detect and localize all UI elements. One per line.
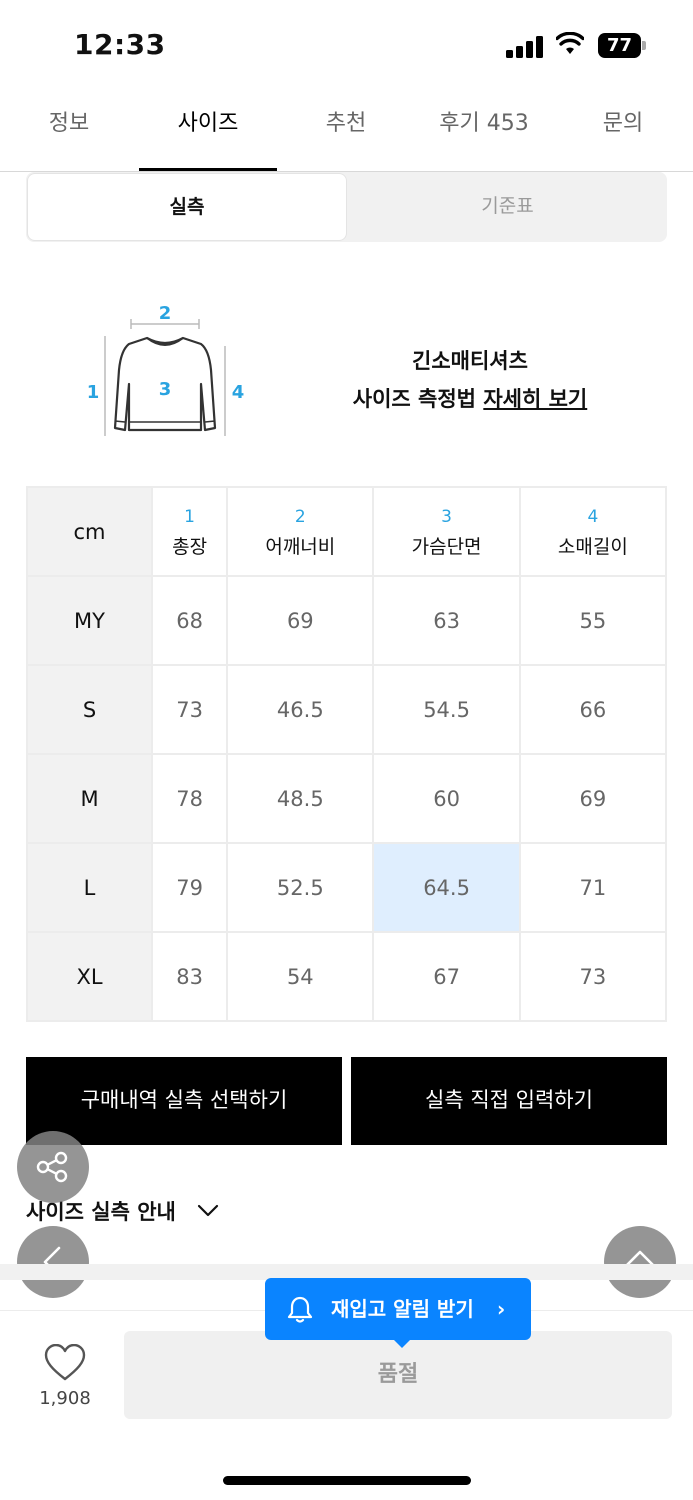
table-cell: 66: [518, 664, 668, 755]
sweatshirt-diagram: 2 1 3 4: [87, 303, 245, 436]
table-cell: 63: [372, 575, 521, 666]
table-cell: 69: [518, 753, 668, 844]
tooltip-tail: [392, 1338, 412, 1348]
measure-detail-link[interactable]: 자세히 보기: [483, 387, 587, 411]
measure-method-label: 사이즈 측정법: [352, 387, 484, 411]
heart-icon[interactable]: [44, 1344, 86, 1382]
diagram-label-1: 1: [87, 382, 100, 403]
table-row[interactable]: M 78 48.5 60 69: [26, 753, 668, 844]
column-name: 총장: [172, 535, 208, 558]
size-label: XL: [26, 931, 153, 1022]
table-row[interactable]: MY 68 69 63 55: [26, 575, 668, 666]
table-cell: 46.5: [226, 664, 375, 755]
size-label: L: [26, 842, 153, 933]
share-button[interactable]: [17, 1131, 89, 1203]
size-mode-segment: 실측 기준표: [26, 172, 667, 242]
column-header: 1 총장: [150, 486, 229, 577]
table-cell: 54: [226, 931, 375, 1022]
table-cell: 60: [372, 753, 521, 844]
battery-level: 77: [606, 35, 633, 56]
column-number: 1: [184, 506, 195, 527]
table-cell: 73: [518, 931, 668, 1022]
table-cell: 83: [150, 931, 229, 1022]
size-label: M: [26, 753, 153, 844]
size-label: MY: [26, 575, 153, 666]
column-number: 4: [587, 506, 599, 527]
column-name: 소매길이: [557, 535, 628, 558]
column-header: 4 소매길이: [518, 486, 668, 577]
size-table: cm 1 총장 2 어깨너비 3 가슴단면 4 소매길이 MY 68 69 63 55 …: [26, 486, 668, 1022]
back-button[interactable]: [17, 1226, 89, 1298]
segment-size-chart[interactable]: 기준표: [348, 172, 667, 242]
segment-actual-size[interactable]: 실측: [27, 173, 347, 241]
restock-alert-label: 재입고 알림 받기: [331, 1297, 474, 1321]
diagram-label-2: 2: [159, 303, 172, 324]
table-cell: 48.5: [226, 753, 375, 844]
column-number: 2: [294, 506, 306, 527]
unit-cell: cm: [26, 486, 153, 577]
tab-info[interactable]: 정보: [0, 92, 138, 171]
table-cell: 69: [226, 575, 375, 666]
wifi-icon: [556, 32, 584, 54]
measure-method-line: 사이즈 측정법 자세히 보기: [300, 380, 640, 418]
back-icon: [43, 1246, 61, 1278]
chevron-right-icon: ›: [497, 1297, 506, 1321]
signal-icon: [506, 34, 544, 58]
table-cell: 52.5: [226, 842, 375, 933]
home-indicator: [223, 1476, 471, 1485]
table-cell: 54.5: [372, 664, 521, 755]
like-count: 1,908: [39, 1388, 91, 1409]
status-bar: 12:33 77: [0, 0, 693, 90]
table-cell: 68: [150, 575, 229, 666]
column-number: 3: [441, 506, 452, 527]
table-row[interactable]: S 73 46.5 54.5 66: [26, 664, 668, 755]
measure-info: 긴소매티셔츠 사이즈 측정법 자세히 보기: [300, 342, 640, 418]
product-category: 긴소매티셔츠: [412, 349, 528, 373]
table-header-row: cm 1 총장 2 어깨너비 3 가슴단면 4 소매길이: [26, 486, 668, 577]
diagram-label-3: 3: [159, 379, 172, 400]
battery-icon: 77: [598, 33, 646, 58]
chevron-down-icon[interactable]: [196, 1200, 220, 1220]
manual-size-input-button[interactable]: 실측 직접 입력하기: [351, 1057, 667, 1145]
share-icon: [36, 1151, 68, 1183]
table-cell: 78: [150, 753, 229, 844]
tab-size[interactable]: 사이즈: [139, 92, 277, 171]
table-cell: 71: [518, 842, 668, 933]
highlighted-cell: 64.5: [372, 842, 521, 933]
tab-inquiry[interactable]: 문의: [554, 92, 692, 171]
table-cell: 73: [150, 664, 229, 755]
scroll-top-icon: [622, 1250, 658, 1270]
table-cell: 67: [372, 931, 521, 1022]
status-time: 12:33: [74, 28, 166, 61]
table-cell: 55: [518, 575, 668, 666]
table-row[interactable]: XL 83 54 67 73: [26, 931, 668, 1022]
column-header: 3 가슴단면: [372, 486, 521, 577]
column-header: 2 어깨너비: [226, 486, 375, 577]
column-name: 어깨너비: [265, 535, 336, 558]
bell-icon: [287, 1296, 313, 1323]
active-tab-indicator: [139, 168, 277, 171]
tab-reviews[interactable]: 후기 453: [415, 92, 553, 171]
restock-alert-button[interactable]: 재입고 알림 받기 ›: [265, 1278, 531, 1340]
scroll-top-button[interactable]: [604, 1226, 676, 1298]
table-cell: 79: [150, 842, 229, 933]
product-tabs: 정보 사이즈 추천 후기 453 문의: [0, 92, 693, 172]
column-name: 가슴단면: [411, 535, 482, 558]
tab-recommend[interactable]: 추천: [277, 92, 415, 171]
diagram-label-4: 4: [232, 382, 245, 403]
size-label: S: [26, 664, 153, 755]
table-row[interactable]: L 79 52.5 64.5 71: [26, 842, 668, 933]
